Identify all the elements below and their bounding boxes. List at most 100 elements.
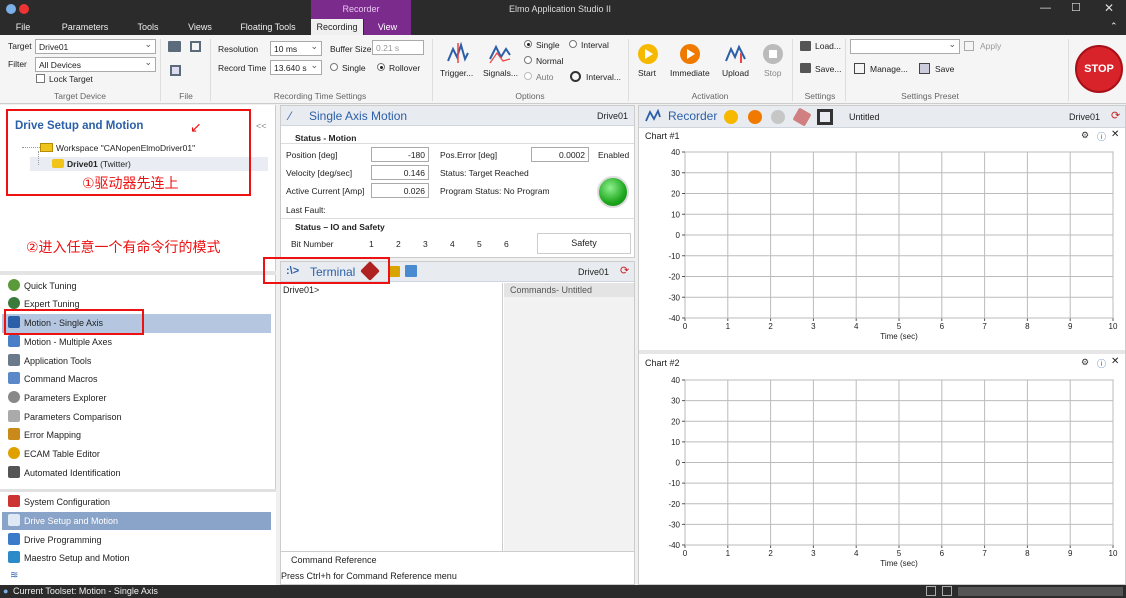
tool-application-tools[interactable]: Application Tools (8, 352, 91, 370)
annotation-arrow-icon: ↙ (190, 119, 202, 135)
chart1-plot[interactable]: 0 1 2 3 4 5 6 7 8 9 10 40 30 20 10 0 -10 -20 -30 -40 Time (s… (639, 146, 1125, 346)
menu-views[interactable]: Views (182, 19, 218, 35)
minimize-icon[interactable]: — (1040, 2, 1051, 14)
trigger-button[interactable]: Trigger... (440, 68, 473, 78)
status-close-box-icon[interactable] (942, 586, 952, 596)
opt-auto-radio[interactable] (524, 72, 532, 80)
tool-quick-tuning[interactable]: Quick Tuning (8, 277, 77, 295)
disk-icon[interactable] (170, 65, 181, 76)
recorder-immediate-icon[interactable] (748, 110, 762, 124)
menu-floating-tools[interactable]: Floating Tools (236, 19, 300, 35)
more-sections-icon[interactable]: ≋ (10, 570, 18, 581)
opt-interval-radio[interactable] (569, 40, 577, 48)
recorder-focus-icon[interactable] (817, 109, 833, 125)
safety-box: Safety (537, 233, 631, 254)
chart1-settings-icon[interactable]: ⚙ (1081, 130, 1089, 141)
menu-tools[interactable]: Tools (130, 19, 166, 35)
terminal-console[interactable]: Drive01> (281, 283, 503, 551)
trigger-icon[interactable] (446, 41, 470, 65)
chart2-plot[interactable]: 0 1 2 3 4 5 6 7 8 9 10 40 30 20 10 0 -10 -20 -30 -40 Time (s… (639, 374, 1125, 580)
manage-icon[interactable] (854, 63, 865, 74)
chart1-info-icon[interactable]: ⓘ (1097, 130, 1106, 143)
load-button[interactable]: Load... (815, 41, 841, 51)
menu-file[interactable]: File (8, 19, 38, 35)
immediate-button[interactable]: Immediate (670, 68, 710, 78)
signals-icon[interactable] (488, 41, 512, 65)
tool-automated-identification[interactable]: Automated Identification (8, 464, 121, 482)
save-preset-icon[interactable] (919, 63, 930, 74)
bit-number-label: Bit Number (291, 239, 334, 249)
terminal-edit-icon[interactable] (405, 265, 417, 277)
signals-button[interactable]: Signals... (483, 68, 518, 78)
menu-collapse-icon[interactable]: ⌃ (1110, 21, 1118, 32)
chart2-close-icon[interactable]: ✕ (1111, 356, 1119, 367)
tool-ecam-table-editor[interactable]: ECAM Table Editor (8, 445, 100, 463)
menu-parameters[interactable]: Parameters (55, 19, 115, 35)
commands-pane[interactable]: Commands- Untitled (504, 283, 634, 551)
recorder-stop-icon[interactable] (771, 110, 785, 124)
clear-terminal-icon[interactable] (360, 261, 380, 281)
upload-icon[interactable] (725, 43, 747, 65)
recorder-start-icon[interactable] (724, 110, 738, 124)
resolution-dropdown[interactable]: 10 ms (270, 41, 322, 56)
record-time-field[interactable]: 13.640 s (270, 60, 322, 75)
save-file-icon[interactable] (190, 41, 201, 52)
section-maestro-setup[interactable]: Maestro Setup and Motion (8, 549, 130, 567)
section-system-configuration[interactable]: System Configuration (8, 493, 110, 511)
tool-motion-multiple-axes[interactable]: Motion - Multiple Axes (8, 333, 112, 351)
save-settings-button[interactable]: Save... (815, 64, 841, 74)
interval-button[interactable]: Interval... (586, 72, 621, 82)
refresh-icon[interactable]: ⟳ (620, 264, 629, 277)
chart2-info-icon[interactable]: ⓘ (1097, 357, 1106, 370)
close-dot-icon[interactable] (19, 4, 29, 14)
section-label: Drive Setup and Motion (24, 516, 119, 526)
immediate-icon[interactable] (680, 44, 700, 64)
tool-parameters-comparison[interactable]: Parameters Comparison (8, 408, 122, 426)
load-icon[interactable] (800, 41, 811, 51)
upload-button[interactable]: Upload (722, 68, 749, 78)
open-folder-icon[interactable] (168, 41, 181, 52)
tree-drive[interactable]: Drive01 (Twitter) (67, 159, 131, 169)
x-tick-label: 10 (1109, 549, 1118, 558)
status-box-icon[interactable] (926, 586, 936, 596)
preset-dropdown[interactable] (850, 39, 960, 54)
single-radio[interactable] (330, 63, 338, 71)
lock-target-checkbox[interactable] (36, 74, 45, 83)
recorder-upload-icon[interactable] (792, 107, 812, 127)
chart-splitter[interactable] (639, 350, 1125, 354)
emergency-stop-button[interactable]: STOP (1075, 45, 1123, 93)
tool-motion-single-axis[interactable]: Motion - Single Axis (8, 314, 103, 332)
tool-expert-tuning[interactable]: Expert Tuning (8, 295, 80, 313)
x-tick-label: 3 (811, 322, 816, 331)
io-divider (281, 218, 634, 219)
tool-parameters-explorer[interactable]: Parameters Explorer (8, 389, 107, 407)
maximize-icon[interactable]: ☐ (1071, 1, 1081, 14)
collapse-pane-button[interactable]: << (256, 121, 267, 131)
tool-command-macros[interactable]: Command Macros (8, 370, 98, 388)
menu-bar: File Parameters Tools Views Floating Too… (0, 19, 1126, 48)
recorder-refresh-icon[interactable]: ⟳ (1111, 109, 1120, 122)
target-dropdown[interactable]: Drive01 (35, 39, 156, 54)
rollover-radio[interactable] (377, 63, 385, 71)
tool-error-mapping[interactable]: Error Mapping (8, 426, 81, 444)
manage-button[interactable]: Manage... (870, 64, 908, 74)
command-reference-title[interactable]: Command Reference (291, 555, 377, 565)
tree-workspace[interactable]: Workspace "CANopenElmoDriver01" (56, 143, 195, 153)
filter-dropdown[interactable]: All Devices (35, 57, 156, 72)
save-settings-icon[interactable] (800, 63, 811, 73)
start-icon[interactable] (638, 44, 658, 64)
section-drive-setup-and-motion[interactable]: Drive Setup and Motion (8, 512, 118, 530)
opt-single-radio[interactable] (524, 40, 532, 48)
opt-normal-radio[interactable] (524, 56, 532, 64)
start-button[interactable]: Start (638, 68, 656, 78)
recorder-header: Recorder Untitled Drive01 ⟳ (639, 106, 1125, 128)
terminal-log-icon[interactable] (388, 266, 400, 277)
save-preset-button[interactable]: Save (935, 64, 954, 74)
chart2-settings-icon[interactable]: ⚙ (1081, 357, 1089, 368)
section-drive-programming[interactable]: Drive Programming (8, 531, 102, 549)
tree-drive-row[interactable] (30, 157, 268, 171)
menu-view-design[interactable]: View Design (364, 19, 411, 48)
menu-recording[interactable]: Recording (311, 19, 363, 35)
chart1-close-icon[interactable]: ✕ (1111, 129, 1119, 140)
close-icon[interactable]: ✕ (1104, 1, 1114, 15)
